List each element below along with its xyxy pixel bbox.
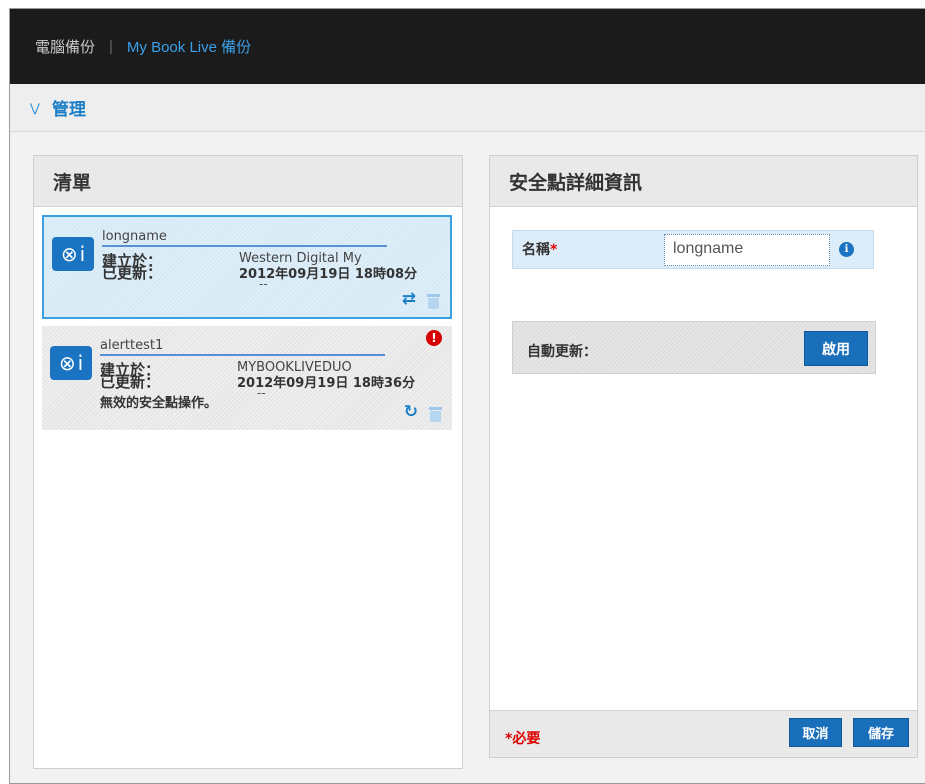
trash-icon[interactable] [429,407,442,422]
list-panel: 清單 ⊗ і longname 建立於： 已更新： Western Digita… [33,155,463,769]
tab-separator: | [109,38,113,55]
section-title[interactable]: 管理 [52,95,86,120]
trash-icon[interactable] [427,294,440,309]
top-nav-bar: 電腦備份 | My Book Live 備份 [10,9,925,84]
app-frame: 電腦備份 | My Book Live 備份 ⋁ 管理 清單 ⊗ і longn… [9,8,925,784]
item-divider [100,354,385,356]
backup-device-icon: ⊗ і [52,237,94,271]
updated-label: 已更新： [100,373,161,391]
list-item[interactable]: ! ⊗ і alerttest1 建立於： 已更新： MYBOOKLIVEDUO… [42,326,452,430]
auto-update-label: 自動更新： [527,344,597,360]
required-star: * [550,242,558,258]
alert-icon: ! [426,330,442,346]
backup-device-icon: ⊗ і [50,346,92,380]
list-item[interactable]: ⊗ і longname 建立於： 已更新： Western Digital M… [42,215,452,319]
details-panel-title: 安全點詳細資訊 [490,156,917,207]
refresh-icon[interactable]: ↻ [404,402,418,422]
sync-icon[interactable]: ⇄ [402,289,416,309]
tab-pc-backup[interactable]: 電腦備份 [35,36,95,57]
list-panel-title: 清單 [34,156,462,207]
updated-label: 已更新： [102,264,163,282]
section-header[interactable]: ⋁ 管理 [10,84,925,132]
name-field-row: 名稱* longname i [512,230,874,269]
name-input[interactable]: longname [664,234,830,266]
error-message: 無效的安全點操作。 [100,396,218,411]
details-panel: 安全點詳細資訊 名稱* longname i 自動更新： 啟用 *必要 取消 儲… [489,155,918,758]
enable-button[interactable]: 啟用 [804,331,868,366]
info-icon[interactable]: i [839,242,854,257]
save-button[interactable]: 儲存 [853,718,909,747]
item-name: longname [102,229,167,244]
cancel-button[interactable]: 取消 [789,718,842,747]
tab-mybook-backup[interactable]: My Book Live 備份 [127,36,251,57]
name-label: 名稱* [522,242,558,258]
chevron-down-icon[interactable]: ⋁ [30,101,40,115]
item-trailing: -- [259,277,268,291]
details-footer: *必要 取消 儲存 [490,710,917,757]
item-name: alerttest1 [100,338,164,353]
item-divider [102,245,387,247]
item-trailing: -- [257,386,266,400]
auto-update-row: 自動更新： 啟用 [512,321,876,374]
required-note: *必要 [505,731,541,747]
